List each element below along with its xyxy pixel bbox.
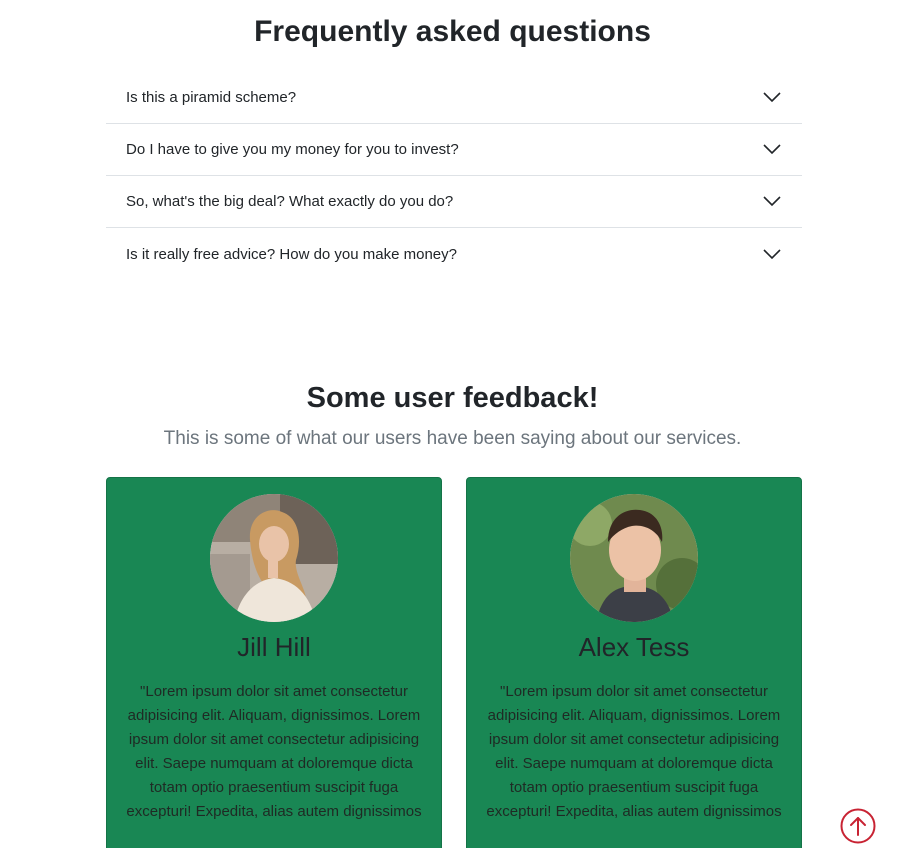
- testimonial-quote: "Lorem ipsum dolor sit amet consectetur …: [486, 683, 782, 820]
- faq-question: Is this a piramid scheme?: [126, 89, 297, 106]
- faq-question: Do I have to give you my money for you t…: [126, 141, 459, 158]
- testimonial-name: Alex Tess: [578, 632, 690, 662]
- testimonial-quote: "Lorem ipsum dolor sit amet consectetur …: [126, 683, 422, 820]
- avatar: [210, 494, 338, 622]
- faq-accordion: Is this a piramid scheme? Do I have to g…: [106, 72, 802, 280]
- faq-question: So, what's the big deal? What exactly do…: [126, 193, 454, 210]
- page: Frequently asked questions Is this a pir…: [0, 0, 905, 848]
- chevron-down-icon: [762, 195, 782, 209]
- faq-title: Frequently asked questions: [254, 15, 651, 48]
- scroll-to-top-button[interactable]: [840, 808, 876, 844]
- faq-item[interactable]: Do I have to give you my money for you t…: [106, 124, 802, 176]
- avatar: [570, 494, 698, 622]
- faq-item[interactable]: Is it really free advice? How do you mak…: [106, 228, 802, 280]
- chevron-down-icon: [762, 143, 782, 157]
- faq-item[interactable]: So, what's the big deal? What exactly do…: [106, 176, 802, 228]
- testimonial-card: Jill Hill "Lorem ipsum dolor sit amet co…: [106, 477, 442, 848]
- feedback-title: Some user feedback!: [306, 382, 599, 414]
- arrow-up-circle-icon: [840, 808, 876, 844]
- testimonial-card: Alex Tess "Lorem ipsum dolor sit amet co…: [466, 477, 802, 848]
- chevron-down-icon: [762, 247, 782, 261]
- feedback-subtitle: This is some of what our users have been…: [163, 428, 742, 449]
- testimonial-name: Jill Hill: [237, 632, 311, 662]
- faq-item[interactable]: Is this a piramid scheme?: [106, 72, 802, 124]
- chevron-down-icon: [762, 91, 782, 105]
- faq-question: Is it really free advice? How do you mak…: [126, 245, 457, 263]
